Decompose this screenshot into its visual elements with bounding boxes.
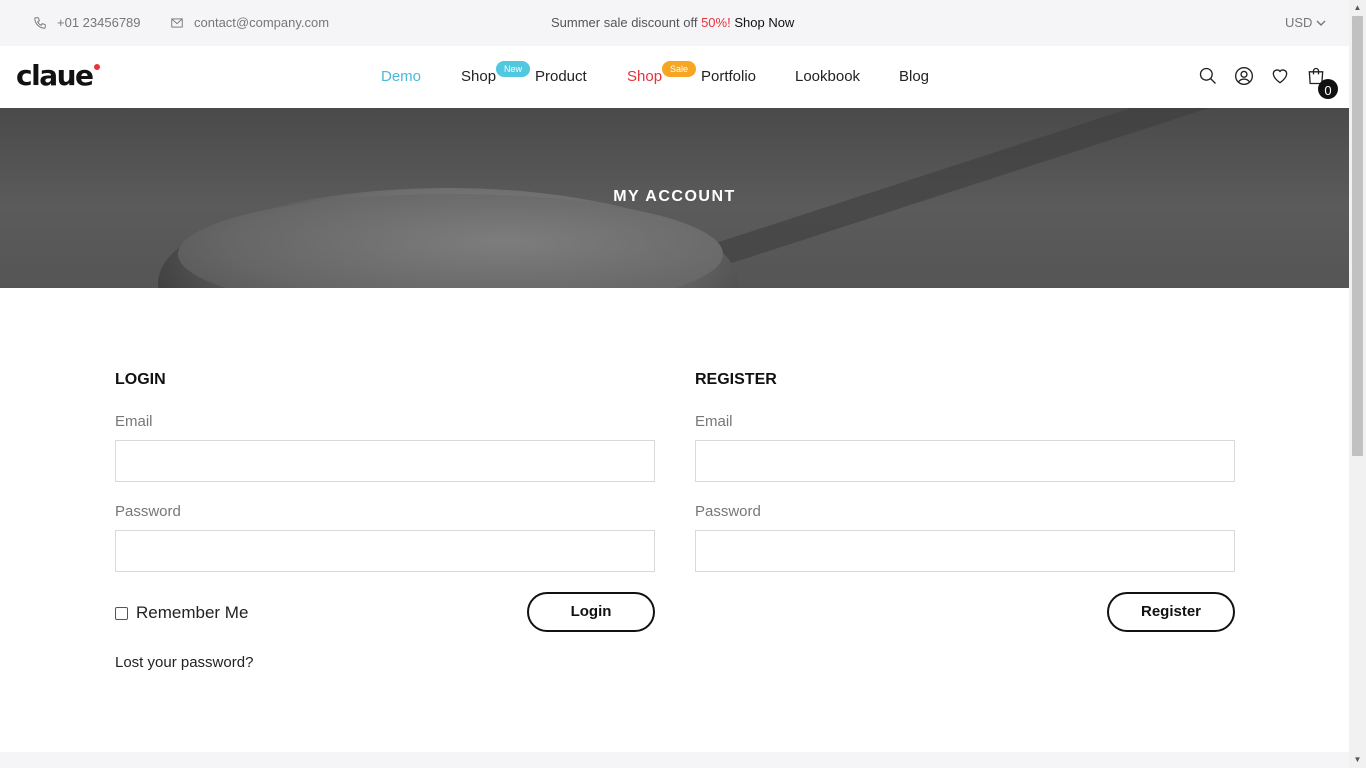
remember-me[interactable]: Remember Me xyxy=(115,603,248,623)
chevron-down-icon xyxy=(1316,20,1326,26)
footer-strip xyxy=(0,752,1349,768)
mail-icon xyxy=(171,17,183,28)
scroll-down-arrow-icon[interactable]: ▼ xyxy=(1349,752,1366,768)
main-nav: Demo Shop New Product Shop Sale Portfoli… xyxy=(0,61,1349,88)
page-title: MY ACCOUNT xyxy=(613,188,736,205)
scroll-up-arrow-icon[interactable]: ▲ xyxy=(1349,0,1366,16)
register-form: REGISTER Email Password Register xyxy=(695,371,1235,632)
register-email-field[interactable] xyxy=(695,440,1235,482)
login-heading: LOGIN xyxy=(115,371,166,388)
nav-blog[interactable]: Blog xyxy=(899,68,929,85)
page-scrollbar[interactable]: ▲ ▼ xyxy=(1349,0,1366,768)
remember-me-checkbox[interactable] xyxy=(115,606,128,620)
email-address: contact@company.com xyxy=(194,15,330,30)
email-contact[interactable]: contact@company.com xyxy=(170,15,329,30)
register-email-label: Email xyxy=(695,413,733,430)
nav-product[interactable]: Product xyxy=(535,68,587,85)
currency-selector[interactable]: USD xyxy=(1285,15,1326,30)
nav-portfolio[interactable]: Portfolio xyxy=(701,68,756,85)
login-email-label: Email xyxy=(115,413,153,430)
promo-banner: Summer sale discount off 50%! Shop Now xyxy=(551,15,794,30)
header-actions: 0 xyxy=(1198,66,1338,99)
phone-number: +01 23456789 xyxy=(57,15,141,30)
nav-shop[interactable]: Shop xyxy=(461,68,496,85)
login-form: LOGIN Email Password Remember Me Login L… xyxy=(115,371,655,671)
heart-icon[interactable] xyxy=(1270,66,1290,86)
login-password-field[interactable] xyxy=(115,530,655,572)
lost-password-link[interactable]: Lost your password? xyxy=(115,654,253,671)
promo-text: Summer sale discount off xyxy=(551,15,698,30)
login-button[interactable]: Login xyxy=(527,592,655,632)
login-password-label: Password xyxy=(115,503,181,520)
cart-count-badge: 0 xyxy=(1318,79,1338,99)
register-password-label: Password xyxy=(695,503,761,520)
nav-shop-sale[interactable]: Shop xyxy=(627,68,662,85)
page-hero: MY ACCOUNT xyxy=(0,108,1349,288)
sale-badge: Sale xyxy=(662,61,697,77)
remember-me-label: Remember Me xyxy=(136,603,249,622)
currency-label: USD xyxy=(1285,15,1313,30)
login-email-field[interactable] xyxy=(115,440,655,482)
phone-contact[interactable]: +01 23456789 xyxy=(33,15,141,30)
promo-percent: 50%! xyxy=(701,15,731,30)
register-heading: REGISTER xyxy=(695,371,777,388)
nav-lookbook[interactable]: Lookbook xyxy=(795,68,860,85)
search-icon[interactable] xyxy=(1198,66,1218,86)
new-badge: New xyxy=(496,61,531,77)
top-bar: +01 23456789 contact@company.com Summer … xyxy=(0,0,1349,46)
register-button[interactable]: Register xyxy=(1107,592,1235,632)
scroll-thumb[interactable] xyxy=(1352,16,1363,456)
promo-shop-link[interactable]: Shop Now xyxy=(734,15,794,30)
phone-icon xyxy=(34,16,46,29)
nav-demo[interactable]: Demo xyxy=(381,68,421,85)
register-password-field[interactable] xyxy=(695,530,1235,572)
cart-icon[interactable]: 0 xyxy=(1306,66,1338,99)
main-header: claue Demo Shop New Product Shop Sale Po… xyxy=(0,46,1349,108)
account-icon[interactable] xyxy=(1234,66,1254,86)
hero-image-top xyxy=(178,194,723,288)
